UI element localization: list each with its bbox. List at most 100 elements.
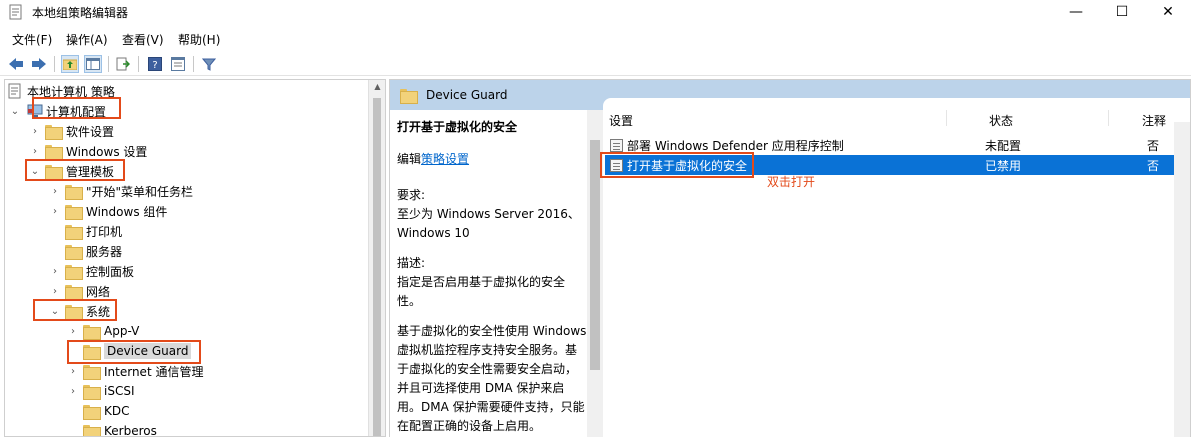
description-text: 指定是否启用基于虚拟化的安全性。	[397, 275, 566, 308]
show-hide-tree-icon[interactable]	[84, 55, 102, 73]
annotation-box-system	[33, 299, 117, 321]
tree-pane[interactable]: 本地计算机 策略 ⌄ 计算机配置 › 软件设置 › Windows 设置 ⌄ 管…	[4, 79, 386, 437]
menu-action[interactable]: 操作(A)	[66, 31, 108, 48]
tree-label: Kerberos	[104, 424, 157, 437]
tree-label: Windows 设置	[66, 144, 148, 159]
menu-file[interactable]: 文件(F)	[12, 31, 52, 48]
export-list-icon[interactable]	[114, 55, 132, 73]
description-body: 基于虚拟化的安全性使用 Windows 虚拟机监控程序支持安全服务。基于虚拟化的…	[397, 324, 587, 433]
folder-icon	[400, 88, 418, 104]
folder-icon	[83, 404, 101, 420]
folder-icon	[83, 424, 101, 436]
tree-item-internet-comm[interactable]: › Internet 通信管理	[67, 361, 203, 381]
tree-item-server[interactable]: 服务器	[49, 241, 122, 261]
edit-policy-line: 编辑策略设置	[397, 152, 470, 166]
title-bar: 本地组策略编辑器 — ☐ ✕	[0, 0, 1191, 24]
tree-label: Internet 通信管理	[104, 364, 204, 379]
column-header-state[interactable]: 状态	[989, 112, 1013, 129]
menu-view[interactable]: 查看(V)	[122, 31, 164, 48]
up-folder-icon[interactable]	[61, 55, 79, 73]
tree-item-network[interactable]: › 网络	[49, 281, 110, 301]
tree-item-windows-settings[interactable]: › Windows 设置	[29, 141, 147, 161]
policy-setting-icon	[610, 138, 623, 152]
scroll-thumb[interactable]	[373, 98, 381, 436]
chevron-right-icon[interactable]: ›	[49, 185, 61, 197]
gpedit-app-icon	[9, 4, 22, 20]
annotation-box-setting	[600, 152, 754, 178]
chevron-right-icon[interactable]: ›	[67, 365, 79, 377]
setting-state: 已禁用	[985, 158, 1022, 173]
chevron-down-icon[interactable]: ⌄	[9, 105, 21, 117]
chevron-right-icon[interactable]: ›	[67, 325, 79, 337]
setting-state: 未配置	[985, 138, 1022, 153]
help-icon[interactable]: ?	[146, 55, 164, 73]
annotation-box-computer-config	[32, 97, 121, 119]
description-title: 打开基于虚拟化的安全	[397, 120, 518, 134]
scroll-up-icon[interactable]: ▲	[369, 82, 385, 91]
tree-item-control-panel[interactable]: › 控制面板	[49, 261, 134, 281]
folder-icon	[83, 324, 101, 340]
chevron-right-icon[interactable]: ›	[29, 125, 41, 137]
folder-icon	[65, 244, 83, 260]
chevron-right-icon[interactable]: ›	[49, 285, 61, 297]
menu-bar: 文件(F) 操作(A) 查看(V) 帮助(H)	[0, 28, 1191, 50]
chevron-right-icon[interactable]: ›	[49, 205, 61, 217]
tree-item-kdc[interactable]: KDC	[67, 401, 130, 421]
policy-document-icon	[8, 83, 21, 99]
tree-item-software-settings[interactable]: › 软件设置	[29, 121, 114, 141]
setting-comment: 否	[1147, 158, 1160, 173]
tree-label: 控制面板	[86, 264, 135, 279]
chevron-right-icon[interactable]: ›	[49, 265, 61, 277]
folder-icon	[65, 284, 83, 300]
tree-item-kerberos[interactable]: Kerberos	[67, 421, 157, 437]
list-scrollbar[interactable]	[1174, 122, 1190, 437]
folder-icon	[65, 224, 83, 240]
tree-label: "开始"菜单和任务栏	[86, 184, 194, 199]
details-area: Device Guard 打开基于虚拟化的安全 编辑策略设置 要求: 至少为 W…	[389, 79, 1191, 437]
folder-icon	[65, 264, 83, 280]
column-header-comment[interactable]: 注释	[1142, 112, 1166, 129]
chevron-right-icon[interactable]: ›	[67, 385, 79, 397]
requirements-label: 要求:	[397, 188, 426, 202]
folder-icon	[83, 364, 101, 380]
description-pane: 打开基于虚拟化的安全 编辑策略设置 要求: 至少为 Windows Server…	[390, 110, 603, 437]
filter-icon[interactable]	[200, 55, 218, 73]
back-icon[interactable]	[7, 55, 25, 73]
chevron-right-icon[interactable]: ›	[29, 145, 41, 157]
svg-text:?: ?	[152, 60, 157, 71]
folder-icon	[45, 144, 63, 160]
tree-item-iscsi[interactable]: › iSCSI	[67, 381, 135, 401]
tree-label: Windows 组件	[86, 204, 168, 219]
properties-icon[interactable]	[169, 55, 187, 73]
tree-label: 软件设置	[66, 124, 115, 139]
tree-label: 网络	[86, 284, 111, 299]
folder-icon	[83, 384, 101, 400]
tree-label: KDC	[104, 404, 130, 418]
annotation-text: 双击打开	[767, 175, 816, 189]
toolbar: ?	[0, 52, 1191, 76]
annotation-box-admin-templates	[25, 159, 125, 181]
tree-item-start-menu[interactable]: › "开始"菜单和任务栏	[49, 181, 193, 201]
tree-item-app-v[interactable]: › App-V	[67, 321, 139, 341]
scroll-thumb[interactable]	[590, 140, 600, 370]
tree-scrollbar[interactable]: ▲	[368, 80, 385, 436]
settings-list-pane: 设置 状态 注释 部署 Windows Defender 应用程序控制 未配置 …	[600, 98, 1190, 437]
column-header-setting[interactable]: 设置	[609, 112, 633, 129]
tree-label: iSCSI	[104, 384, 135, 398]
folder-icon	[45, 124, 63, 140]
window-title: 本地组策略编辑器	[32, 6, 129, 20]
details-header-title: Device Guard	[426, 88, 508, 102]
setting-comment: 否	[1147, 138, 1160, 153]
policy-settings-link[interactable]: 策略设置	[421, 152, 469, 166]
tree-item-printers[interactable]: 打印机	[49, 221, 122, 241]
forward-icon[interactable]	[30, 55, 48, 73]
tree-item-windows-components[interactable]: › Windows 组件	[49, 201, 167, 221]
close-button[interactable]: ✕	[1145, 0, 1191, 24]
minimize-button[interactable]: —	[1053, 0, 1099, 24]
setting-name: 部署 Windows Defender 应用程序控制	[627, 138, 844, 153]
requirements-text: 至少为 Windows Server 2016、Windows 10	[397, 207, 580, 240]
description-label: 描述:	[397, 256, 426, 270]
tree-label: 服务器	[86, 244, 123, 259]
maximize-button[interactable]: ☐	[1099, 0, 1145, 24]
menu-help[interactable]: 帮助(H)	[178, 31, 220, 48]
